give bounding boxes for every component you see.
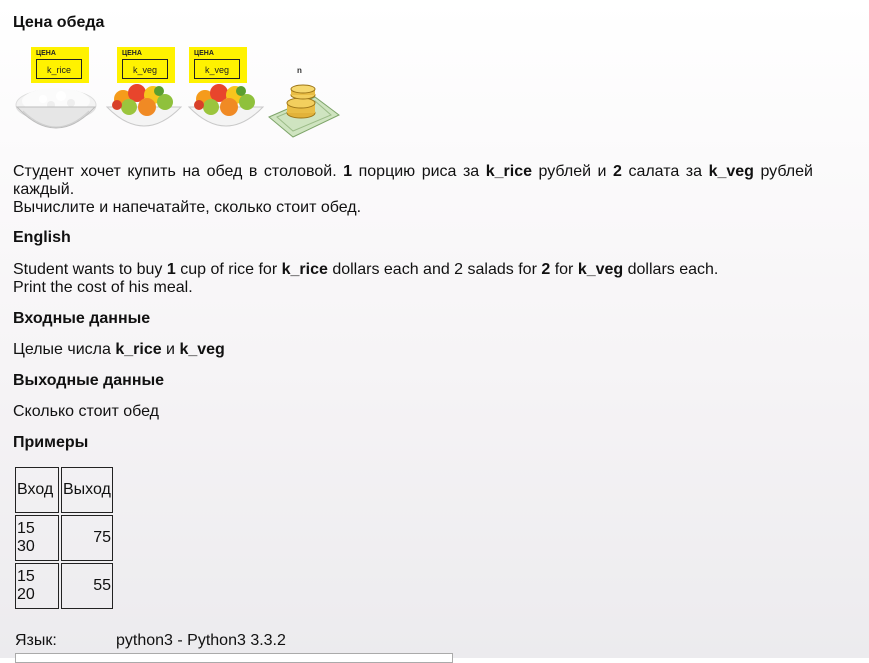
language-select[interactable] — [15, 653, 453, 663]
statement-variable: k_veg — [577, 261, 624, 278]
statement-en: Student wants to buy 1 cup of rice for k… — [13, 261, 813, 279]
input-variable: k_veg — [179, 341, 225, 358]
english-heading: English — [13, 229, 71, 246]
input-description: Целые числа k_rice и k_veg — [13, 341, 813, 359]
price-tag-value: k_rice — [36, 59, 82, 79]
price-tag-caption: ЦЕНА — [122, 50, 142, 57]
example-output: 75 — [61, 515, 113, 561]
examples-heading: Примеры — [13, 434, 89, 451]
column-header-output: Выход — [61, 467, 113, 513]
statement-text: Student wants to buy — [13, 261, 167, 278]
coins-and-cash-icon — [268, 84, 340, 138]
output-description: Сколько стоит обед — [13, 403, 159, 420]
statement-variable: k_rice — [281, 261, 328, 278]
price-tag-veg-1: ЦЕНА k_veg — [117, 47, 175, 83]
page-title: Цена обеда — [13, 14, 105, 31]
price-tag-value: k_veg — [122, 59, 168, 79]
examples-table: Вход Выход 15 30 75 15 20 55 — [13, 465, 115, 611]
price-tag-rice: ЦЕНА k_rice — [31, 47, 89, 83]
rice-bowl-icon — [15, 88, 97, 129]
example-output: 55 — [61, 563, 113, 609]
language-value: python3 - Python3 3.3.2 — [116, 632, 286, 649]
salad-bowl-icon — [187, 84, 265, 127]
price-tag-caption: ЦЕНА — [194, 50, 214, 57]
statement-text: for — [550, 261, 578, 278]
table-row: 15 30 75 — [15, 515, 113, 561]
input-heading: Входные данные — [13, 310, 151, 327]
language-label: Язык: — [15, 632, 57, 649]
price-tag-veg-2: ЦЕНА k_veg — [189, 47, 247, 83]
statement-number: 1 — [343, 163, 353, 180]
statement-ru-line2: Вычислите и напечатайте, сколько стоит о… — [13, 199, 362, 216]
n-label: n — [297, 66, 302, 75]
price-tag-caption: ЦЕНА — [36, 50, 56, 57]
salad-item-1: ЦЕНА k_veg — [101, 45, 183, 147]
statement-variable: k_veg — [708, 163, 754, 180]
salad-bowl-icon — [105, 84, 183, 127]
rice-item: ЦЕНА k_rice — [13, 45, 97, 147]
statement-text: рублей и — [531, 163, 614, 180]
statement-text: порцию риса за — [352, 163, 486, 180]
illustration-strip: ЦЕНА k_rice ЦЕНА k_veg ЦЕНА k_veg n — [13, 45, 343, 147]
statement-ru: Студент хочет купить на обед в столовой.… — [13, 163, 813, 199]
example-input: 15 20 — [15, 563, 59, 609]
statement-variable: k_rice — [485, 163, 532, 180]
table-row: 15 20 55 — [15, 563, 113, 609]
statement-text: dollars each. — [623, 261, 719, 278]
input-variable: k_rice — [115, 341, 162, 358]
money-item: n — [263, 45, 345, 147]
statement-text: Студент хочет купить на обед в столовой. — [13, 163, 344, 180]
input-text: Целые числа — [13, 341, 116, 358]
price-tag-value: k_veg — [194, 59, 240, 79]
input-text: и — [161, 341, 180, 358]
statement-number: 2 — [613, 163, 622, 180]
statement-en-line2: Print the cost of his meal. — [13, 279, 193, 296]
salad-item-2: ЦЕНА k_veg — [185, 45, 267, 147]
statement-number: 2 — [541, 261, 551, 278]
statement-number: 1 — [166, 261, 176, 278]
statement-text: dollars each and 2 salads for — [327, 261, 542, 278]
statement-text: салата за — [621, 163, 709, 180]
output-heading: Выходные данные — [13, 372, 165, 389]
statement-text: cup of rice for — [175, 261, 282, 278]
column-header-input: Вход — [15, 467, 59, 513]
table-header-row: Вход Выход — [15, 467, 113, 513]
example-input: 15 30 — [15, 515, 59, 561]
